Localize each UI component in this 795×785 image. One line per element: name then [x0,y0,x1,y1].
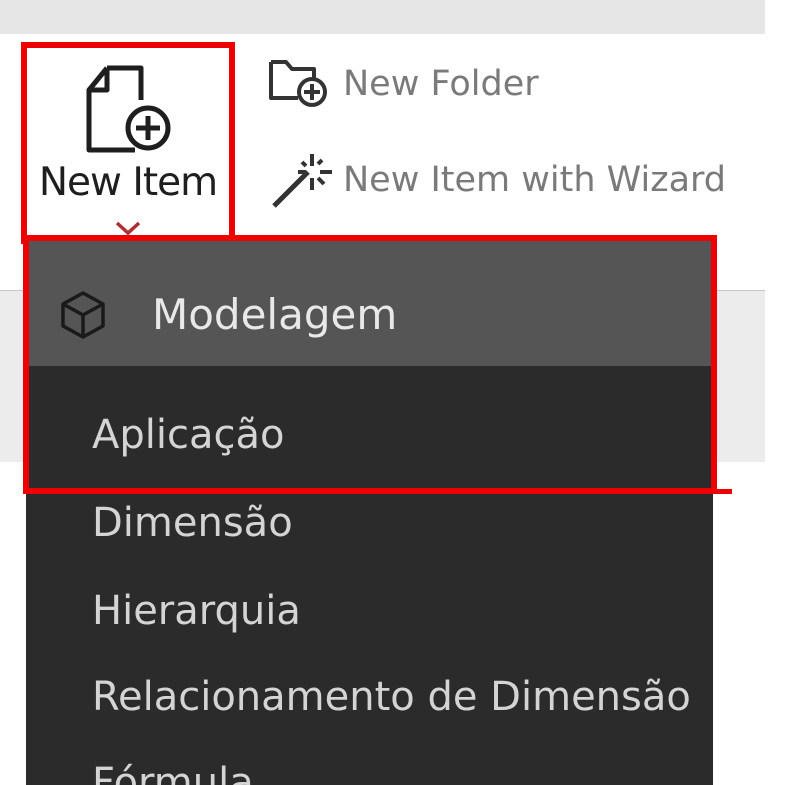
page-background-left [0,290,26,462]
new-item-with-wizard-label: New Item with Wizard [343,160,727,200]
menu-category-modelagem[interactable]: Modelagem [26,240,713,366]
cube-icon [61,291,105,339]
menu-item-aplicacao[interactable]: Aplicação [92,412,284,458]
menu-item-hierarquia[interactable]: Hierarquia [92,588,301,634]
chevron-down-icon[interactable] [113,220,143,236]
highlight-box-tick [712,489,732,494]
page-background-right [713,290,765,462]
new-item-dropdown-menu: Modelagem Aplicação Dimensão Hierarquia … [26,240,713,785]
folder-plus-icon [269,60,327,107]
menu-item-relacionamento-de-dimensao[interactable]: Relacionamento de Dimensão [92,674,691,720]
magic-wand-icon [272,154,332,208]
document-plus-icon [86,65,171,153]
menu-item-dimensao[interactable]: Dimensão [92,500,293,546]
new-item-button[interactable]: New Item [21,42,235,244]
new-item-label: New Item [38,160,218,205]
menu-item-formula[interactable]: Fórmula [92,760,254,785]
top-bar [0,0,765,34]
new-folder-label: New Folder [343,64,539,104]
menu-category-label: Modelagem [152,290,398,339]
